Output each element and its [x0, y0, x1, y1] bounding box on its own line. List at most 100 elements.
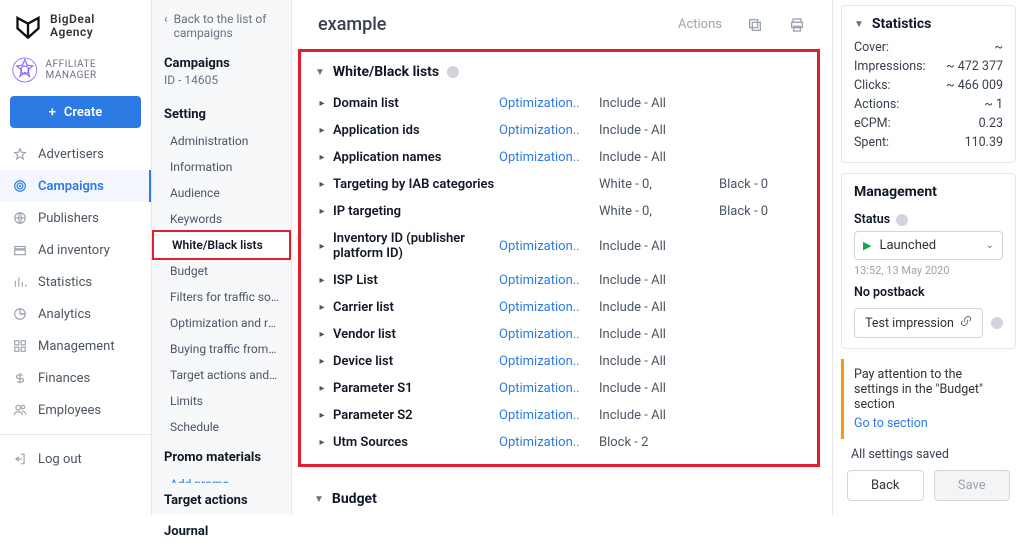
wb-row[interactable]: ▸Carrier listOptimization..Include - All [309, 294, 807, 321]
group-setting[interactable]: Setting [152, 97, 291, 128]
wb-row-mode: Include - All [599, 123, 719, 138]
nav-logout[interactable]: Log out [0, 443, 151, 475]
wb-row-name: Device list [329, 354, 499, 369]
wb-row[interactable]: ▸Vendor listOptimization..Include - All [309, 321, 807, 348]
campaign-id: ID - 14605 [152, 73, 291, 97]
save-button[interactable]: Save [934, 470, 1011, 501]
subitem-filters-for-traffic-sour-[interactable]: Filters for traffic sour... [152, 284, 291, 310]
wb-section-header[interactable]: ▼ White/Black lists [309, 60, 807, 90]
wb-row[interactable]: ▸Utm SourcesOptimization..Block - 2 [309, 429, 807, 456]
wb-row-mode: Include - All [599, 96, 719, 111]
primary-sidebar: BigDealAgency AFFILIATE MANAGER + Create… [0, 0, 152, 515]
wb-row[interactable]: ▸Domain listOptimization..Include - All [309, 90, 807, 117]
subitem-buying-traffic-from-s-[interactable]: Buying traffic from S... [152, 336, 291, 362]
subitem-administration[interactable]: Administration [152, 128, 291, 154]
info-icon[interactable] [991, 317, 1003, 329]
optimization-link[interactable]: Optimization.. [499, 273, 599, 288]
subitem-budget[interactable]: Budget [152, 258, 291, 284]
wb-row[interactable]: ▸IP targetingWhite - 0,Black - 0 [309, 198, 807, 225]
subitem-keywords[interactable]: Keywords [152, 206, 291, 232]
statistics-header[interactable]: ▼ Statistics [854, 16, 1003, 38]
wb-row-name: Parameter S2 [329, 408, 499, 423]
nav-finances[interactable]: Finances [0, 362, 151, 394]
optimization-link[interactable]: Optimization.. [499, 123, 599, 138]
stat-row: Cover:~ [854, 38, 1003, 57]
wb-row-mode: Include - All [599, 327, 719, 342]
analytics-icon [12, 306, 28, 322]
link-icon [960, 315, 972, 331]
test-impression-button[interactable]: Test impression [854, 308, 983, 338]
wb-row-name: Inventory ID (publisher platform ID) [329, 231, 499, 261]
subitem-information[interactable]: Information [152, 154, 291, 180]
optimization-link[interactable]: Optimization.. [499, 435, 599, 450]
group-journal[interactable]: Journal [152, 514, 291, 545]
stat-row: Actions:~ 1 [854, 95, 1003, 114]
subitem-add-promo[interactable]: Add promo [152, 471, 291, 483]
subitem-limits[interactable]: Limits [152, 388, 291, 414]
wb-row[interactable]: ▸Application idsOptimization..Include - … [309, 117, 807, 144]
subitem-schedule[interactable]: Schedule [152, 414, 291, 440]
group-target-actions[interactable]: Target actions [152, 483, 291, 514]
copy-icon[interactable] [746, 16, 764, 34]
nav-publishers[interactable]: Publishers [0, 202, 151, 234]
wb-row[interactable]: ▸ISP ListOptimization..Include - All [309, 267, 807, 294]
wb-row[interactable]: ▸Inventory ID (publisher platform ID)Opt… [309, 225, 807, 267]
caret-right-icon: ▸ [315, 241, 329, 252]
wb-row-mode: Include - All [599, 354, 719, 369]
subitem-audience[interactable]: Audience [152, 180, 291, 206]
optimization-link[interactable]: Optimization.. [499, 327, 599, 342]
wb-row[interactable]: ▸Parameter S2Optimization..Include - All [309, 402, 807, 429]
optimization-link[interactable]: Optimization.. [499, 96, 599, 111]
wb-row-mode: Include - All [599, 408, 719, 423]
create-button[interactable]: + Create [10, 96, 141, 128]
wb-row-mode: White - 0, [599, 177, 719, 192]
go-to-section-link[interactable]: Go to section [854, 416, 928, 431]
optimization-link[interactable]: Optimization.. [499, 300, 599, 315]
actions-menu[interactable]: Actions [678, 17, 722, 32]
budget-section-header[interactable]: ▼ Budget [308, 487, 818, 515]
star-icon [12, 146, 28, 162]
status-select[interactable]: ▶ Launched ⌄ [854, 231, 1003, 260]
wb-row-name: Application names [329, 150, 499, 165]
subitem-target-actions-and-re-[interactable]: Target actions and re... [152, 362, 291, 388]
brand-logo: BigDealAgency [0, 0, 151, 48]
optimization-link[interactable]: Optimization.. [499, 150, 599, 165]
money-icon [12, 370, 28, 386]
optimization-link[interactable]: Optimization.. [499, 408, 599, 423]
info-icon[interactable] [896, 214, 908, 226]
group-promo[interactable]: Promo materials [152, 440, 291, 471]
no-postback-label: No postback [854, 285, 1003, 308]
wb-row[interactable]: ▸Application namesOptimization..Include … [309, 144, 807, 171]
caret-right-icon: ▸ [315, 383, 329, 394]
stat-row: Impressions:~ 472 377 [854, 57, 1003, 76]
back-button[interactable]: Back [847, 470, 924, 501]
wb-row-name: IP targeting [329, 204, 499, 219]
management-title: Management [854, 184, 937, 200]
info-icon[interactable] [447, 66, 459, 78]
wb-row-name: Parameter S1 [329, 381, 499, 396]
grid-icon [12, 338, 28, 354]
nav-statistics[interactable]: Statistics [0, 266, 151, 298]
optimization-link[interactable]: Optimization.. [499, 239, 599, 254]
nav-advertisers[interactable]: Advertisers [0, 138, 151, 170]
caret-right-icon: ▸ [315, 125, 329, 136]
statistics-card: ▼ Statistics Cover:~Impressions:~ 472 37… [841, 5, 1016, 163]
optimization-link[interactable]: Optimization.. [499, 354, 599, 369]
wb-row-name: Application ids [329, 123, 499, 138]
nav-management[interactable]: Management [0, 330, 151, 362]
wb-row[interactable]: ▸Device listOptimization..Include - All [309, 348, 807, 375]
print-icon[interactable] [788, 16, 806, 34]
nav-employees[interactable]: Employees [0, 394, 151, 426]
stats-icon [12, 274, 28, 290]
wb-row[interactable]: ▸Parameter S1Optimization..Include - All [309, 375, 807, 402]
nav-ad-inventory[interactable]: Ad inventory [0, 234, 151, 266]
divider [0, 434, 151, 435]
play-icon: ▶ [863, 239, 871, 252]
subitem-optimization-and-rules[interactable]: Optimization and rules [152, 310, 291, 336]
nav-analytics[interactable]: Analytics [0, 298, 151, 330]
optimization-link[interactable]: Optimization.. [499, 381, 599, 396]
back-link[interactable]: ‹ Back to the list of campaigns [152, 6, 291, 54]
nav-campaigns[interactable]: Campaigns [0, 170, 151, 202]
subitem-white-black-lists[interactable]: White/Black lists [152, 230, 291, 260]
wb-row[interactable]: ▸Targeting by IAB categoriesWhite - 0,Bl… [309, 171, 807, 198]
